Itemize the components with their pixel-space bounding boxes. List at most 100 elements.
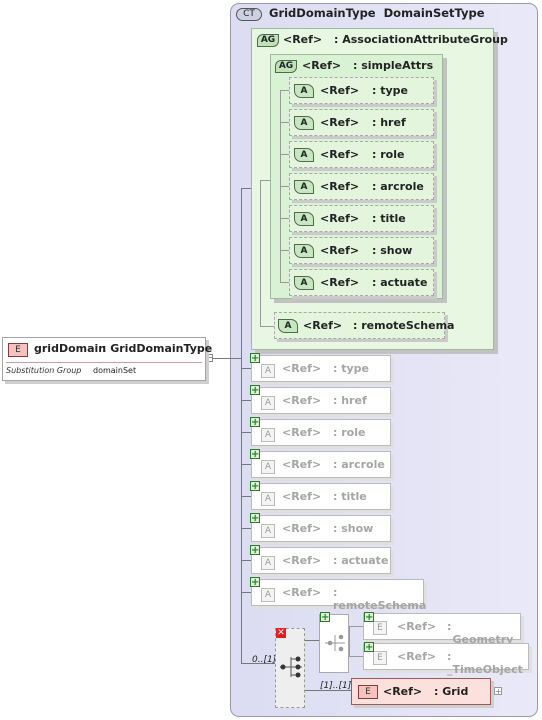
element-ref: <Ref> bbox=[397, 650, 437, 663]
attribute-name: : title bbox=[333, 490, 367, 503]
attribute-connector bbox=[280, 154, 289, 155]
attribute-badge: A bbox=[294, 212, 314, 226]
choice-icon bbox=[280, 656, 302, 678]
expand-icon[interactable]: + bbox=[364, 642, 374, 653]
seq-branch-1 bbox=[349, 626, 363, 627]
attribute-connector bbox=[280, 186, 289, 187]
expand-icon[interactable]: + bbox=[250, 417, 260, 428]
simple-attrs-name: : simpleAttrs bbox=[353, 59, 434, 72]
expand-icon[interactable]: + bbox=[250, 577, 260, 588]
expand-icon[interactable]: + bbox=[250, 449, 260, 460]
choice-compositor[interactable] bbox=[275, 628, 305, 708]
attribute-group-badge: AG bbox=[257, 34, 279, 47]
attribute-ref: <Ref> bbox=[320, 276, 360, 289]
remoteschema-connector bbox=[260, 326, 274, 327]
attribute-badge: A bbox=[294, 180, 314, 194]
seq-branch-2 bbox=[349, 656, 363, 657]
attribute-name: : actuate bbox=[372, 276, 428, 289]
attribute-name: : type bbox=[333, 362, 369, 375]
expand-icon[interactable]: + bbox=[250, 385, 260, 396]
attribute-name: : show bbox=[372, 244, 413, 257]
expand-icon[interactable]: + bbox=[250, 545, 260, 556]
inner-attribute[interactable]: A <Ref>: type bbox=[289, 77, 434, 104]
attribute-name: : type bbox=[372, 84, 408, 97]
attribute-name: : role bbox=[333, 426, 366, 439]
element-badge: E bbox=[373, 651, 387, 665]
element-name: : _TimeObject bbox=[447, 650, 523, 676]
element-badge: E bbox=[373, 621, 387, 635]
inner-attribute[interactable]: A <Ref>: href bbox=[289, 109, 434, 136]
attribute-connector bbox=[280, 218, 289, 219]
choice-option-element[interactable]: E <Ref> : _TimeObject bbox=[363, 643, 529, 676]
inner-attribute[interactable]: A <Ref>: role bbox=[289, 141, 434, 168]
expand-sequence-icon[interactable]: + bbox=[320, 612, 330, 623]
grid-occurrence: [1]..[1] bbox=[320, 681, 352, 691]
collapsed-attribute[interactable]: A <Ref>: remoteSchema bbox=[251, 579, 426, 612]
collapsed-attribute[interactable]: A <Ref>: title bbox=[251, 483, 391, 510]
expand-grid-icon[interactable]: + bbox=[494, 687, 502, 696]
simple-attrs-badge: AG bbox=[275, 60, 297, 73]
attribute-ref: <Ref> bbox=[320, 180, 360, 193]
attribute-connector bbox=[241, 400, 251, 401]
expand-icon[interactable]: + bbox=[250, 353, 260, 364]
expand-icon[interactable]: + bbox=[250, 481, 260, 492]
collapsed-attribute[interactable]: A <Ref>: type bbox=[251, 355, 391, 382]
attribute-ref: <Ref> bbox=[282, 362, 322, 375]
element-badge: E bbox=[358, 685, 378, 699]
attribute-name: : arcrole bbox=[372, 180, 424, 193]
attribute-badge: A bbox=[261, 588, 275, 602]
attribute-group-name: : AssociationAttributeGroup bbox=[334, 33, 508, 46]
grid-element[interactable]: E <Ref> : Grid bbox=[351, 678, 491, 705]
ag-inner-trunk bbox=[260, 180, 261, 326]
attribute-connector bbox=[241, 528, 251, 529]
attribute-name: : title bbox=[372, 212, 406, 225]
attribute-connector bbox=[241, 560, 251, 561]
attribute-name: : arcrole bbox=[333, 458, 385, 471]
attribute-connector bbox=[280, 90, 289, 91]
inner-attribute[interactable]: A <Ref> : arcrole bbox=[289, 173, 434, 200]
collapsed-attribute[interactable]: A <Ref>: actuate bbox=[251, 547, 391, 574]
attribute-ref: <Ref> bbox=[320, 148, 360, 161]
attribute-ref: <Ref> bbox=[282, 490, 322, 503]
attribute-ref: <Ref> bbox=[282, 426, 322, 439]
inner-attribute[interactable]: A <Ref>: show bbox=[289, 237, 434, 264]
attribute-name: : role bbox=[372, 148, 405, 161]
expand-icon[interactable]: + bbox=[250, 513, 260, 524]
remote-schema-attribute[interactable]: A <Ref> : remoteSchema bbox=[274, 312, 454, 339]
attribute-connector bbox=[241, 592, 251, 593]
attribute-badge: A bbox=[294, 276, 314, 290]
collapsed-attribute[interactable]: A <Ref>: show bbox=[251, 515, 391, 542]
attribute-name: : href bbox=[372, 116, 406, 129]
collapsed-attribute[interactable]: A <Ref>: href bbox=[251, 387, 391, 414]
collapsed-attribute[interactable]: A <Ref>: arcrole bbox=[251, 451, 391, 478]
collapse-toggle[interactable]: − bbox=[205, 354, 213, 362]
attribute-ref: <Ref> bbox=[282, 586, 322, 599]
attribute-connector bbox=[241, 464, 251, 465]
sequence-icon bbox=[325, 634, 345, 652]
attribute-ref: <Ref> bbox=[320, 212, 360, 225]
attribute-connector bbox=[241, 368, 251, 369]
inner-attribute[interactable]: A <Ref> : title bbox=[289, 205, 434, 232]
attribute-ref: <Ref> bbox=[320, 116, 360, 129]
grid-ref: <Ref> bbox=[383, 685, 423, 698]
complex-type-badge: CT bbox=[236, 8, 262, 21]
remove-icon[interactable]: ✕ bbox=[276, 628, 286, 638]
substitution-group-label: Substitution Group bbox=[6, 366, 82, 375]
attribute-connector bbox=[241, 432, 251, 433]
simple-attrs-ref: <Ref> bbox=[302, 59, 342, 72]
attribute-badge: A bbox=[261, 428, 275, 442]
attribute-name: : remoteSchema bbox=[353, 319, 455, 332]
inner-attribute[interactable]: A <Ref> : actuate bbox=[289, 269, 434, 296]
attribute-badge: A bbox=[261, 460, 275, 474]
expand-icon[interactable]: + bbox=[364, 612, 374, 623]
attribute-connector bbox=[280, 122, 289, 123]
root-element-type: : GridDomainType bbox=[102, 342, 213, 355]
complex-type-name: GridDomainType bbox=[269, 6, 376, 20]
attribute-badge: A bbox=[294, 84, 314, 98]
choice-option-element[interactable]: E <Ref>: _Geometry bbox=[363, 613, 521, 646]
collapsed-attribute[interactable]: A <Ref> : role bbox=[251, 419, 391, 446]
grid-name: : Grid bbox=[434, 685, 469, 698]
attribute-name: : actuate bbox=[333, 554, 389, 567]
attribute-name: : href bbox=[333, 394, 367, 407]
attribute-badge: A bbox=[261, 556, 275, 570]
